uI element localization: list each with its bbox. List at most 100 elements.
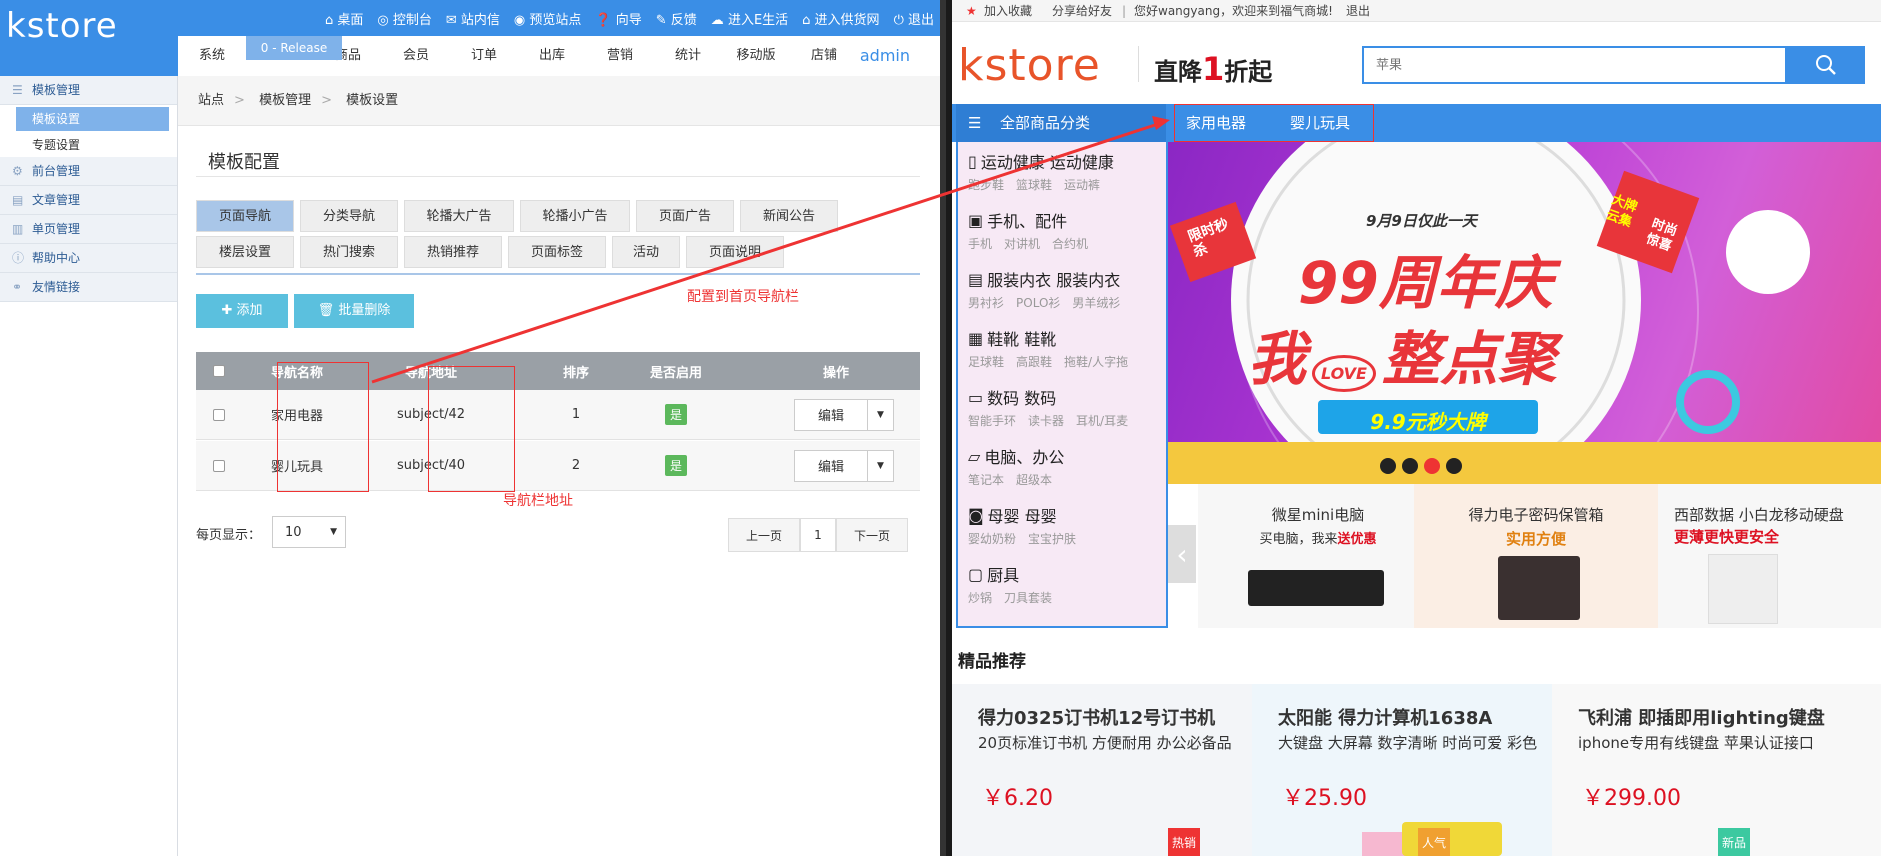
category-clothing[interactable]: ▤ 服装内衣 服装内衣 男衬衫 POLO衫 男羊绒衫 bbox=[968, 266, 1164, 314]
row-enabled: 是 bbox=[626, 441, 726, 490]
category-phones[interactable]: ▣ 手机、配件 手机 对讲机 合约机 bbox=[968, 207, 1164, 255]
tab-orders[interactable]: 订单 bbox=[450, 36, 518, 76]
share-link[interactable]: 分享给好友 bbox=[1052, 0, 1112, 22]
gear-icon: ⚙ bbox=[12, 164, 23, 178]
subtab-news[interactable]: 新闻公告 bbox=[740, 200, 838, 232]
breadcrumb-template-settings: 模板设置 bbox=[346, 93, 399, 108]
topnav-feedback[interactable]: ✎ 反馈 bbox=[656, 9, 697, 28]
topnav-messages[interactable]: ✉ 站内信 bbox=[446, 9, 500, 28]
subtab-activities[interactable]: 活动 bbox=[612, 236, 680, 268]
chevron-down-icon[interactable]: ▼ bbox=[868, 449, 894, 482]
tab-mobile[interactable]: 移动版 bbox=[722, 36, 790, 76]
subtab-hot-search[interactable]: 热门搜索 bbox=[300, 236, 398, 268]
prev-page-button[interactable]: 上一页 bbox=[728, 518, 800, 552]
promo-subtitle: 实用方便 bbox=[1505, 530, 1566, 548]
tab-outbound[interactable]: 出库 bbox=[518, 36, 586, 76]
row-checkbox[interactable] bbox=[196, 441, 242, 490]
breadcrumb-template-mgmt[interactable]: 模板管理 bbox=[259, 93, 311, 108]
sidebar-group-articles[interactable]: ▤ 文章管理 bbox=[0, 186, 177, 215]
category-computers[interactable]: ▱ 电脑、办公 笔记本 超级本 bbox=[968, 443, 1164, 491]
all-categories-button[interactable]: ☰ 全部商品分类 bbox=[956, 104, 1166, 142]
pot-icon: ▢ bbox=[968, 564, 984, 584]
category-kitchen[interactable]: ▢ 厨具 炒锅 刀具套装 bbox=[968, 561, 1164, 609]
baby-icon: ◙ bbox=[968, 505, 984, 525]
sidebar-group-frontend[interactable]: ⚙ 前台管理 bbox=[0, 157, 177, 186]
tab-store[interactable]: 店铺 bbox=[790, 36, 858, 76]
topnav-wizard[interactable]: ❓ 向导 bbox=[595, 9, 641, 28]
search-icon bbox=[1816, 55, 1836, 75]
promo-subtitle: 买电脑，我来送优惠 bbox=[1259, 532, 1377, 547]
product-card[interactable]: 飞利浦 即插即用lighting键盘 iphone专用有线键盘 苹果认证接口 ￥… bbox=[1552, 684, 1881, 856]
row-sort: 2 bbox=[571, 458, 581, 473]
chevron-down-icon[interactable]: ▼ bbox=[868, 398, 894, 431]
header-actions: 操作 bbox=[822, 365, 849, 381]
sidebar-group-pages[interactable]: ▥ 单页管理 bbox=[0, 215, 177, 244]
page-number[interactable]: 1 bbox=[800, 518, 836, 552]
select-all-checkbox[interactable] bbox=[196, 352, 242, 390]
promo-hard-drive[interactable]: 西部数据 小白龙移动硬盘 更薄更快更安全 bbox=[1658, 484, 1881, 628]
annotation-url: 导航栏地址 bbox=[503, 493, 573, 509]
search-button[interactable] bbox=[1787, 46, 1865, 84]
sidebar-group-template[interactable]: ☰ 模板管理 bbox=[0, 76, 177, 105]
carousel-prev-button[interactable]: ‹ bbox=[1168, 525, 1196, 583]
batch-delete-button[interactable]: 🗑 批量删除 bbox=[294, 294, 414, 328]
per-page-select[interactable]: 10 ▼ bbox=[272, 516, 346, 548]
row-actions: 编辑 ▼ bbox=[794, 441, 894, 490]
admin-sidebar: ☰ 模板管理 模板设置 专题设置 ⚙ 前台管理 ▤ 文章管理 ▥ 单页管理 ⓘ 帮助中心 … bbox=[0, 76, 178, 856]
product-desc: 20页标准订书机 方便耐用 办公必备品 bbox=[978, 734, 1232, 752]
edit-button[interactable]: 编辑 bbox=[794, 449, 868, 482]
sidebar-group-links[interactable]: ⚭ 友情链接 bbox=[0, 273, 177, 302]
topnav-console[interactable]: ◎ 控制台 bbox=[377, 9, 432, 28]
subtab-floors[interactable]: 楼层设置 bbox=[196, 236, 294, 268]
highlight-nav-name bbox=[277, 362, 369, 492]
tab-members[interactable]: 会员 bbox=[382, 36, 450, 76]
chevron-left-icon: ‹ bbox=[1176, 537, 1188, 571]
product-tag: 人气 bbox=[1418, 828, 1450, 856]
breadcrumb-site[interactable]: 站点 bbox=[198, 93, 224, 108]
mini-pc-image bbox=[1248, 570, 1384, 606]
sidebar-group-help[interactable]: ⓘ 帮助中心 bbox=[0, 244, 177, 273]
tab-stats[interactable]: 统计 bbox=[654, 36, 722, 76]
category-shoes[interactable]: ▦ 鞋靴 鞋靴 足球鞋 高跟鞋 拖鞋/人字拖 bbox=[968, 325, 1164, 373]
topnav-desktop[interactable]: ⌂ 桌面 bbox=[325, 9, 363, 28]
category-sports[interactable]: ▯ 运动健康 运动健康 跑步鞋 篮球鞋 运动裤 bbox=[968, 148, 1164, 196]
category-baby[interactable]: ◙ 母婴 母婴 婴幼奶粉 宝宝护肤 bbox=[968, 502, 1164, 550]
edit-button[interactable]: 编辑 bbox=[794, 398, 868, 431]
add-button[interactable]: ✚ 添加 bbox=[196, 294, 288, 328]
subtab-page-ads[interactable]: 页面广告 bbox=[636, 200, 734, 232]
subtab-category-nav[interactable]: 分类导航 bbox=[300, 200, 398, 232]
tab-system[interactable]: 系统 bbox=[178, 36, 246, 76]
subtab-page-tags[interactable]: 页面标签 bbox=[508, 236, 606, 268]
banner-headline2: 我 LOVE 整点聚 bbox=[1248, 325, 1556, 393]
row-checkbox[interactable] bbox=[196, 390, 242, 439]
store-logo[interactable]: kstore bbox=[958, 40, 1101, 91]
sidebar-item-template-settings[interactable]: 模板设置 bbox=[16, 107, 169, 131]
topnav-logout[interactable]: ⏻ 退出 bbox=[894, 9, 934, 28]
store-search-input[interactable] bbox=[1364, 48, 1785, 82]
subtab-big-carousel[interactable]: 轮播大广告 bbox=[404, 200, 514, 232]
store-logout-link[interactable]: 退出 bbox=[1346, 0, 1370, 22]
topnav-elife[interactable]: ☁ 进入E生活 bbox=[711, 9, 788, 28]
product-price: ￥25.90 bbox=[1282, 786, 1367, 811]
link-icon: ⚭ bbox=[12, 280, 23, 294]
subtab-small-carousel[interactable]: 轮播小广告 bbox=[520, 200, 630, 232]
topnav-preview[interactable]: ◉ 预览站点 bbox=[514, 9, 582, 28]
tab-marketing[interactable]: 营销 bbox=[586, 36, 654, 76]
add-favorite-link[interactable]: 加入收藏 bbox=[984, 0, 1032, 22]
store-search-box bbox=[1362, 46, 1787, 84]
category-digital[interactable]: ▭ 数码 数码 智能手环 读卡器 耳机/耳麦 bbox=[968, 384, 1164, 432]
subtab-hot-recommend[interactable]: 热销推荐 bbox=[404, 236, 502, 268]
promo-safe-box[interactable]: 得力电子密码保管箱 实用方便 bbox=[1414, 484, 1658, 628]
sidebar-item-topic-settings[interactable]: 专题设置 bbox=[0, 133, 177, 157]
admin-username[interactable]: admin bbox=[860, 36, 910, 76]
shirt-icon: ▤ bbox=[968, 269, 984, 289]
topnav-supply[interactable]: ⌂ 进入供货网 bbox=[802, 9, 879, 28]
promo-title: 得力电子密码保管箱 bbox=[1468, 506, 1604, 524]
product-card[interactable]: 太阳能 得力计算机1638A 大键盘 大屏幕 数字清晰 时尚可爱 彩色 ￥25.… bbox=[1252, 684, 1552, 856]
promo-mini-pc[interactable]: 微星mini电脑 买电脑，我来送优惠 bbox=[1198, 484, 1438, 628]
hero-banner[interactable]: 9月9日仅此一天 99周年庆 我 LOVE 整点聚 9.9元秒大牌 限时秒杀 大牌云… bbox=[1168, 142, 1881, 484]
product-card[interactable]: 得力0325订书机12号订书机 20页标准订书机 方便耐用 办公必备品 ￥6.2… bbox=[952, 684, 1252, 856]
subtab-page-desc[interactable]: 页面说明 bbox=[686, 236, 784, 268]
subtab-page-nav[interactable]: 页面导航 bbox=[196, 200, 294, 232]
next-page-button[interactable]: 下一页 bbox=[836, 518, 908, 552]
